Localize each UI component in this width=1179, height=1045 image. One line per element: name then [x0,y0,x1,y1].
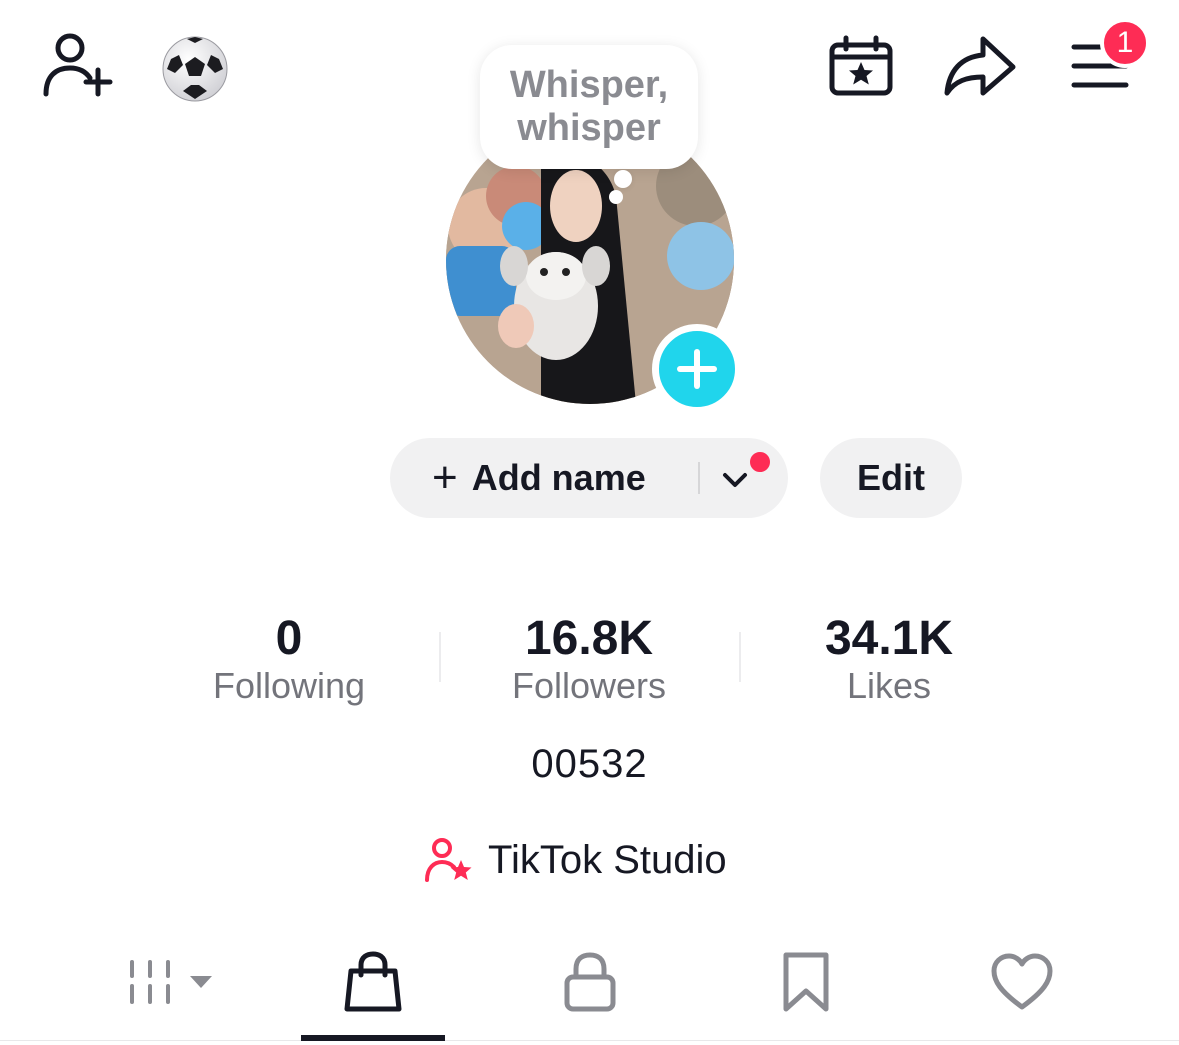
note-line-2: whisper [517,107,661,149]
person-plus-icon [43,33,113,97]
tabs-border [0,1040,1179,1041]
stat-label: Followers [511,665,667,706]
plus-icon [677,349,717,389]
edit-profile-button[interactable]: Edit [820,438,962,518]
stat-value: 0 [275,612,303,665]
stat-following[interactable]: 0 Following [159,610,419,708]
lock-icon [564,952,616,1012]
stat-followers[interactable]: 16.8K Followers [459,610,719,708]
plus-icon: + [432,453,458,502]
studio-label: TikTok Studio [488,837,727,882]
add-friend-button[interactable] [38,30,116,100]
heart-icon [991,953,1053,1010]
shopping-bag-icon [344,951,402,1012]
username: 00532 [531,742,648,786]
notification-badge: 1 [1100,18,1150,68]
person-star-icon [425,838,472,882]
tab-shop[interactable] [301,944,445,1020]
add-story-button[interactable] [652,324,742,414]
tab-saved[interactable] [734,944,878,1020]
tab-liked[interactable] [950,944,1094,1020]
stat-label: Following [212,665,366,706]
stat-value: 34.1K [824,612,954,665]
new-indicator-dot [748,450,772,474]
bookmark-icon [783,952,829,1012]
grid-dropdown-icon [130,960,212,1004]
bubble-tail-dot-small [609,190,623,204]
tiktok-studio-link[interactable]: TikTok Studio [424,836,727,884]
stat-divider [439,632,441,682]
stat-divider [739,632,741,682]
share-arrow-icon [944,36,1016,96]
stat-value: 16.8K [524,612,654,665]
active-tab-indicator [301,1035,445,1041]
tab-private[interactable] [518,944,662,1020]
note-line-1: Whisper, [509,64,669,106]
add-name-button[interactable]: + Add name [390,438,788,518]
divider [698,462,700,494]
calendar-button[interactable] [826,34,896,98]
profile-screen: 1 Whisper, whisper + Add name Edit 0 Fol… [0,0,1179,1045]
note-bubble[interactable]: Whisper, whisper [480,45,698,169]
bubble-tail-dot [614,170,632,188]
stat-likes[interactable]: 34.1K Likes [759,610,1019,708]
tab-videos[interactable] [90,944,234,1020]
add-name-label: Add name [471,457,646,498]
chevron-down-icon[interactable] [720,462,750,504]
soccer-ball-icon [162,36,228,102]
share-profile-button[interactable] [942,34,1018,98]
calendar-star-icon [829,35,893,96]
status-emoji-button[interactable] [160,34,230,104]
stat-label: Likes [846,665,932,706]
